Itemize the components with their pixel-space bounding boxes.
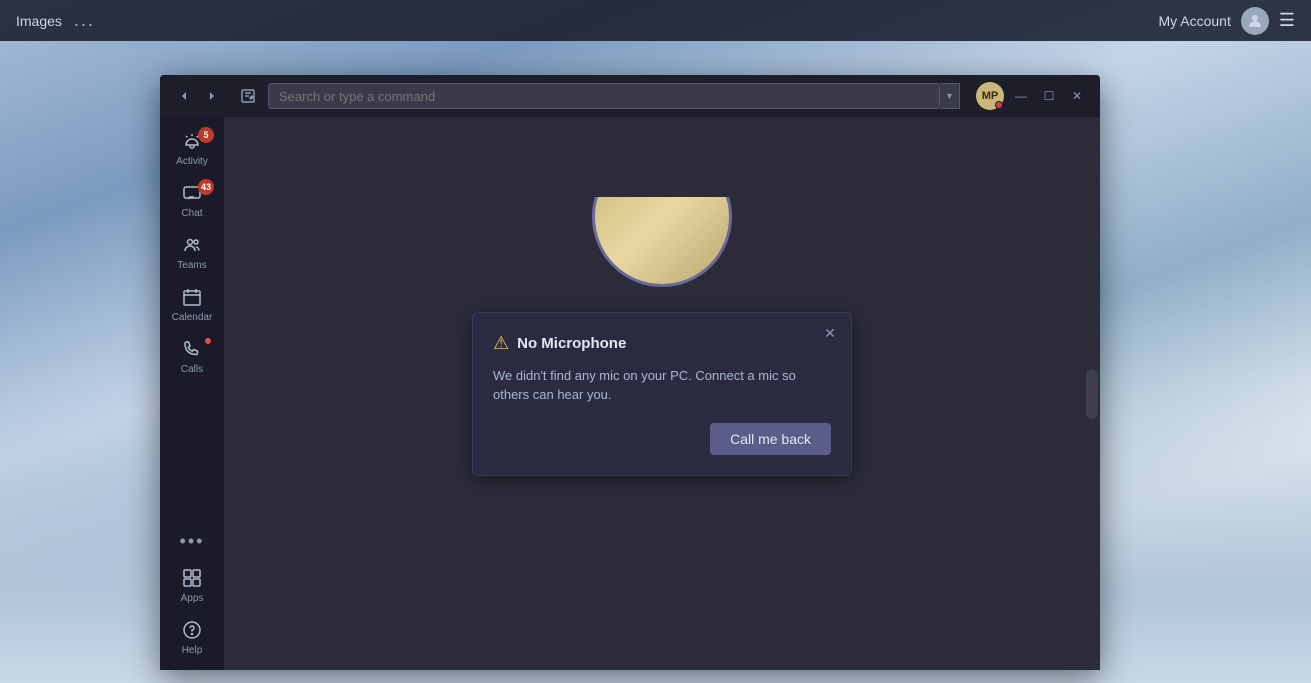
dialog-title-row: ⚠ No Microphone <box>493 333 831 354</box>
dialog-close-button[interactable]: ✕ <box>819 323 841 345</box>
search-container: ▾ <box>268 83 960 109</box>
maximize-button[interactable]: ☐ <box>1038 85 1060 107</box>
taskbar-menu-icon[interactable]: ☰ <box>1279 10 1295 31</box>
user-initials: MP <box>982 90 999 102</box>
nav-forward-button[interactable] <box>200 84 224 108</box>
calls-notification-dot <box>204 337 212 345</box>
dialog-title: No Microphone <box>517 335 626 352</box>
teams-label: Teams <box>177 260 206 271</box>
calls-label: Calls <box>181 364 203 375</box>
sidebar-item-activity[interactable]: Activity 5 <box>166 125 218 173</box>
no-microphone-dialog: ✕ ⚠ No Microphone We didn't find any mic… <box>472 312 852 476</box>
search-input[interactable] <box>268 83 940 109</box>
dialog-overlay: ✕ ⚠ No Microphone We didn't find any mic… <box>224 117 1100 670</box>
title-bar-controls: MP — ☐ ✕ <box>976 82 1088 110</box>
scroll-indicator <box>1086 369 1098 419</box>
help-label: Help <box>182 645 203 656</box>
sidebar: Activity 5 Chat 43 <box>160 117 224 670</box>
taskbar-right: My Account ☰ <box>1158 7 1295 35</box>
status-dot <box>995 101 1003 109</box>
dialog-body: We didn't find any mic on your PC. Conne… <box>493 366 831 405</box>
warning-icon: ⚠ <box>493 333 509 354</box>
sidebar-item-help[interactable]: Help <box>166 614 218 662</box>
taskbar-more-dots[interactable]: ... <box>74 10 95 31</box>
more-dots-icon: ••• <box>180 531 205 552</box>
activity-badge: 5 <box>198 127 214 143</box>
taskbar: Images ... My Account ☰ <box>0 0 1311 41</box>
apps-icon <box>182 568 202 591</box>
taskbar-user-avatar[interactable] <box>1241 7 1269 35</box>
main-area: Activity 5 Chat 43 <box>160 117 1100 670</box>
taskbar-left: Images ... <box>16 10 95 31</box>
calls-icon <box>182 339 202 362</box>
chat-badge: 43 <box>198 179 214 195</box>
my-account-label[interactable]: My Account <box>1158 13 1230 29</box>
search-chevron-button[interactable]: ▾ <box>940 83 960 109</box>
calendar-label: Calendar <box>172 312 213 323</box>
sidebar-item-teams[interactable]: Teams <box>166 229 218 277</box>
sidebar-item-more[interactable]: ••• <box>166 525 218 558</box>
sidebar-item-apps[interactable]: Apps <box>166 562 218 610</box>
close-button[interactable]: ✕ <box>1066 85 1088 107</box>
sidebar-item-calls[interactable]: Calls <box>166 333 218 381</box>
nav-back-button[interactable] <box>172 84 196 108</box>
sidebar-item-calendar[interactable]: Calendar <box>166 281 218 329</box>
dialog-footer: Call me back <box>493 423 831 455</box>
teams-window: ▾ MP — ☐ ✕ <box>160 75 1100 670</box>
activity-label: Activity <box>176 156 208 167</box>
sidebar-item-chat[interactable]: Chat 43 <box>166 177 218 225</box>
minimize-button[interactable]: — <box>1010 85 1032 107</box>
title-bar: ▾ MP — ☐ ✕ <box>160 75 1100 117</box>
content-area: ✕ ⚠ No Microphone We didn't find any mic… <box>224 117 1100 670</box>
call-back-button[interactable]: Call me back <box>710 423 831 455</box>
taskbar-images-label[interactable]: Images <box>16 13 62 29</box>
apps-label: Apps <box>181 593 204 604</box>
teams-icon <box>182 235 202 258</box>
user-avatar-button[interactable]: MP <box>976 82 1004 110</box>
calendar-icon <box>182 287 202 310</box>
help-icon <box>182 620 202 643</box>
title-bar-nav <box>172 84 224 108</box>
chat-label: Chat <box>181 208 202 219</box>
compose-button[interactable] <box>236 84 260 108</box>
